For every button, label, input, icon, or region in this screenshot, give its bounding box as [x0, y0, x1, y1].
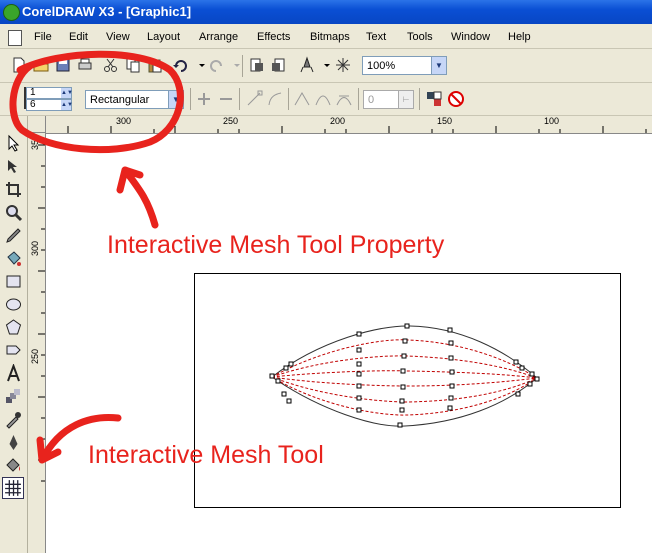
property-arrow-mark [116, 166, 159, 229]
annotation-mesh-tool-property: Interactive Mesh Tool Property [107, 231, 445, 259]
annotation-mesh-tool: Interactive Mesh Tool [88, 441, 324, 469]
property-circle-mark [9, 50, 184, 154]
annotation-arrows [9, 50, 184, 464]
